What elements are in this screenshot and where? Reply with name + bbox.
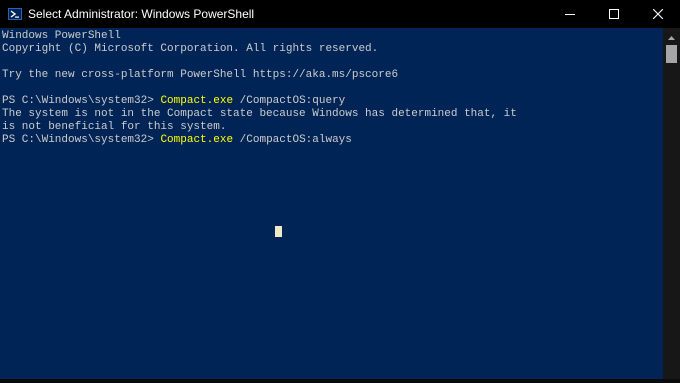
console-text: Copyright (C) Microsoft Corporation. All… <box>2 43 379 55</box>
console-line: PS C:\Windows\system32> Compact.exe /Com… <box>2 95 345 108</box>
window-bottom-edge <box>0 379 680 383</box>
close-button[interactable] <box>636 0 680 28</box>
command-args: /CompactOS:always <box>233 134 352 146</box>
console-text: Windows PowerShell <box>2 30 121 42</box>
minimize-icon <box>565 9 575 19</box>
powershell-icon <box>8 7 22 21</box>
console-line: Copyright (C) Microsoft Corporation. All… <box>2 43 378 56</box>
vertical-scrollbar[interactable] <box>663 28 680 383</box>
console-text: Try the new cross-platform PowerShell ht… <box>2 69 399 81</box>
command-text: Compact.exe <box>160 134 234 146</box>
console-text: is not beneficial for this system. <box>2 121 227 133</box>
console-text: The system is not in the Compact state b… <box>2 108 517 120</box>
command-args: /CompactOS:query <box>233 95 346 107</box>
title-bar[interactable]: Select Administrator: Windows PowerShell <box>0 0 680 28</box>
minimize-button[interactable] <box>548 0 592 28</box>
console-output[interactable]: Windows PowerShell Copyright (C) Microso… <box>0 28 662 383</box>
close-icon <box>653 9 663 19</box>
maximize-button[interactable] <box>592 0 636 28</box>
scroll-up-icon <box>668 27 675 45</box>
scroll-up-button[interactable] <box>663 28 680 43</box>
text-cursor <box>275 226 282 237</box>
powershell-window: Select Administrator: Windows PowerShell… <box>0 0 680 383</box>
console-line: The system is not in the Compact state b… <box>2 108 517 121</box>
prompt-text: PS C:\Windows\system32> <box>2 95 161 107</box>
console-line: is not beneficial for this system. <box>2 121 226 134</box>
maximize-icon <box>609 9 619 19</box>
console-line: PS C:\Windows\system32> Compact.exe /Com… <box>2 134 352 147</box>
prompt-text: PS C:\Windows\system32> <box>2 134 161 146</box>
window-title: Select Administrator: Windows PowerShell <box>28 7 255 21</box>
scroll-thumb[interactable] <box>666 45 677 63</box>
console-line: Try the new cross-platform PowerShell ht… <box>2 69 398 82</box>
caption-buttons <box>548 0 680 28</box>
command-text: Compact.exe <box>160 95 234 107</box>
console-line: Windows PowerShell <box>2 30 121 43</box>
